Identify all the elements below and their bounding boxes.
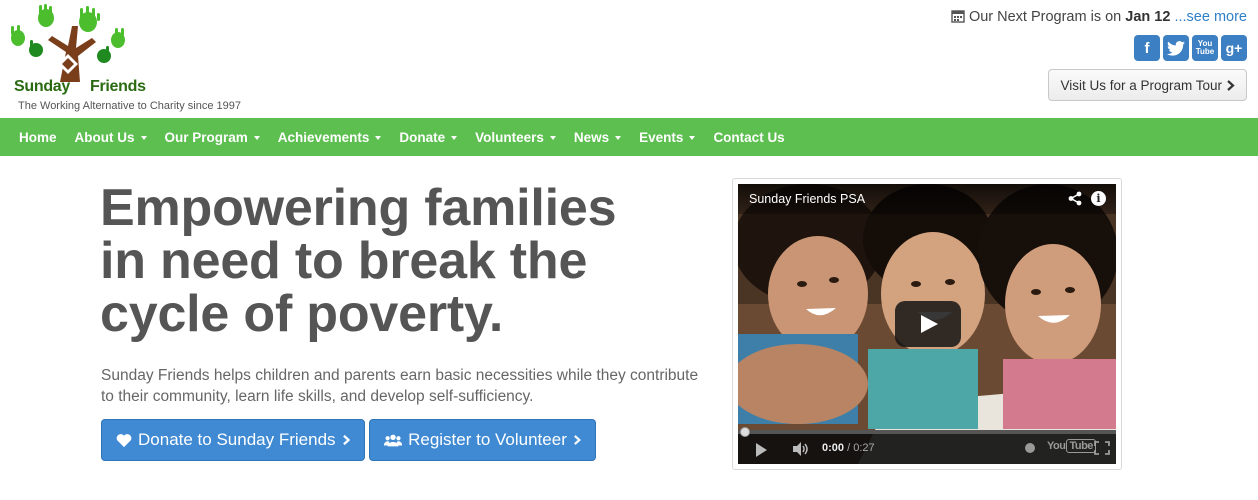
watch-later-icon[interactable] [1025, 443, 1035, 453]
main-navigation: Home About Us Our Program Achievements D… [0, 118, 1258, 156]
nav-label-achievements: Achievements [277, 129, 370, 145]
nav-item-volunteers[interactable]: Volunteers [466, 130, 565, 145]
social-links: f You Tube g+ [1134, 35, 1247, 61]
video-duration: / 0:27 [847, 442, 875, 454]
nav-label-events: Events [639, 129, 684, 145]
facebook-glyph: f [1144, 39, 1150, 57]
youtube-logo[interactable]: You Tube [1047, 439, 1096, 453]
nav-label-news: News [573, 129, 610, 145]
next-program-notice: Our Next Program is on Jan 12 ...see mor… [951, 9, 1247, 25]
chevron-right-icon [573, 435, 581, 445]
chevron-right-icon [1227, 79, 1235, 91]
twitter-bird-icon [1167, 40, 1185, 56]
nav-label-our-program: Our Program [164, 129, 248, 145]
logo-name-right: Friends [90, 78, 146, 95]
donate-button-label: Donate to Sunday Friends [138, 430, 336, 449]
share-icon[interactable] [1068, 191, 1082, 206]
video-current-time: 0:00 [822, 442, 845, 454]
caret-down-icon [549, 136, 556, 140]
video-controls: 0:00 / 0:27 You Tube [738, 427, 1116, 464]
donate-button[interactable]: Donate to Sunday Friends [101, 419, 365, 461]
nav-label-about-us: About Us [74, 129, 135, 145]
video-embed: Sunday Friends PSA i 0:00 / 0:27 You Tube [732, 178, 1122, 470]
video-player[interactable]: Sunday Friends PSA i 0:00 / 0:27 You Tube [738, 184, 1116, 464]
next-program-date: Jan 12 [1125, 9, 1171, 25]
register-volunteer-button[interactable]: Register to Volunteer [369, 419, 596, 461]
program-tour-button[interactable]: Visit Us for a Program Tour [1048, 69, 1247, 101]
info-icon[interactable]: i [1091, 191, 1106, 206]
nav-label-volunteers: Volunteers [475, 129, 544, 145]
nav-item-events[interactable]: Events [630, 130, 704, 145]
caret-down-icon [689, 136, 696, 140]
logo-tree-icon [11, 4, 125, 82]
youtube-logo-left: You [1047, 440, 1066, 452]
hero-heading-line: Empowering families [100, 179, 617, 237]
nav-item-news[interactable]: News [565, 130, 630, 145]
nav-item-contact-us[interactable]: Contact Us [704, 130, 793, 145]
nav-item-home[interactable]: Home [10, 130, 66, 145]
nav-item-about-us[interactable]: About Us [66, 130, 156, 145]
hero-heading-line: cycle of poverty. [100, 285, 504, 343]
youtube-glyph-bottom: Tube [1195, 47, 1215, 56]
play-button[interactable] [895, 301, 961, 347]
progress-bar[interactable] [738, 427, 1116, 437]
next-program-prefix: Our Next Program is on [968, 9, 1122, 25]
nav-item-achievements[interactable]: Achievements [269, 130, 391, 145]
control-play-icon[interactable] [756, 443, 767, 457]
logo-name-left: Sunday [14, 78, 70, 95]
program-tour-label: Visit Us for a Program Tour [1060, 77, 1222, 93]
hero-heading-line: in need to break the [100, 232, 588, 290]
caret-down-icon [451, 136, 458, 140]
volume-icon[interactable] [792, 442, 810, 456]
logo[interactable]: Sunday Friends The Working Alternative to… [8, 4, 248, 112]
caret-down-icon [140, 136, 147, 140]
users-icon [384, 434, 403, 446]
fullscreen-icon[interactable] [1094, 441, 1110, 455]
chevron-right-icon [342, 434, 350, 446]
calendar-icon [951, 10, 965, 23]
nav-label-home: Home [19, 129, 57, 145]
video-title[interactable]: Sunday Friends PSA [749, 192, 865, 206]
googleplus-glyph: g+ [1225, 40, 1243, 56]
hero-heading: Empowering families in need to break the… [100, 182, 720, 341]
see-more-link[interactable]: ...see more [1174, 9, 1247, 25]
nav-label-donate: Donate [399, 129, 446, 145]
nav-item-our-program[interactable]: Our Program [156, 130, 269, 145]
progress-scrubber[interactable] [740, 427, 750, 437]
youtube-icon[interactable]: You Tube [1192, 35, 1218, 61]
youtube-logo-right: Tube [1066, 439, 1096, 453]
nav-label-contact-us: Contact Us [713, 129, 785, 145]
caret-down-icon [615, 136, 622, 140]
facebook-icon[interactable]: f [1134, 35, 1160, 61]
caret-down-icon [375, 136, 382, 140]
tagline: The Working Alternative to Charity since… [18, 100, 241, 112]
twitter-icon[interactable] [1163, 35, 1189, 61]
register-volunteer-label: Register to Volunteer [408, 430, 567, 449]
heart-icon [116, 433, 132, 447]
caret-down-icon [253, 136, 260, 140]
video-time: 0:00 / 0:27 [822, 442, 875, 454]
googleplus-icon[interactable]: g+ [1221, 35, 1247, 61]
logo-wordmark: Sunday Friends [14, 78, 146, 96]
hero-description: Sunday Friends helps children and parent… [101, 367, 699, 405]
nav-item-donate[interactable]: Donate [390, 130, 466, 145]
